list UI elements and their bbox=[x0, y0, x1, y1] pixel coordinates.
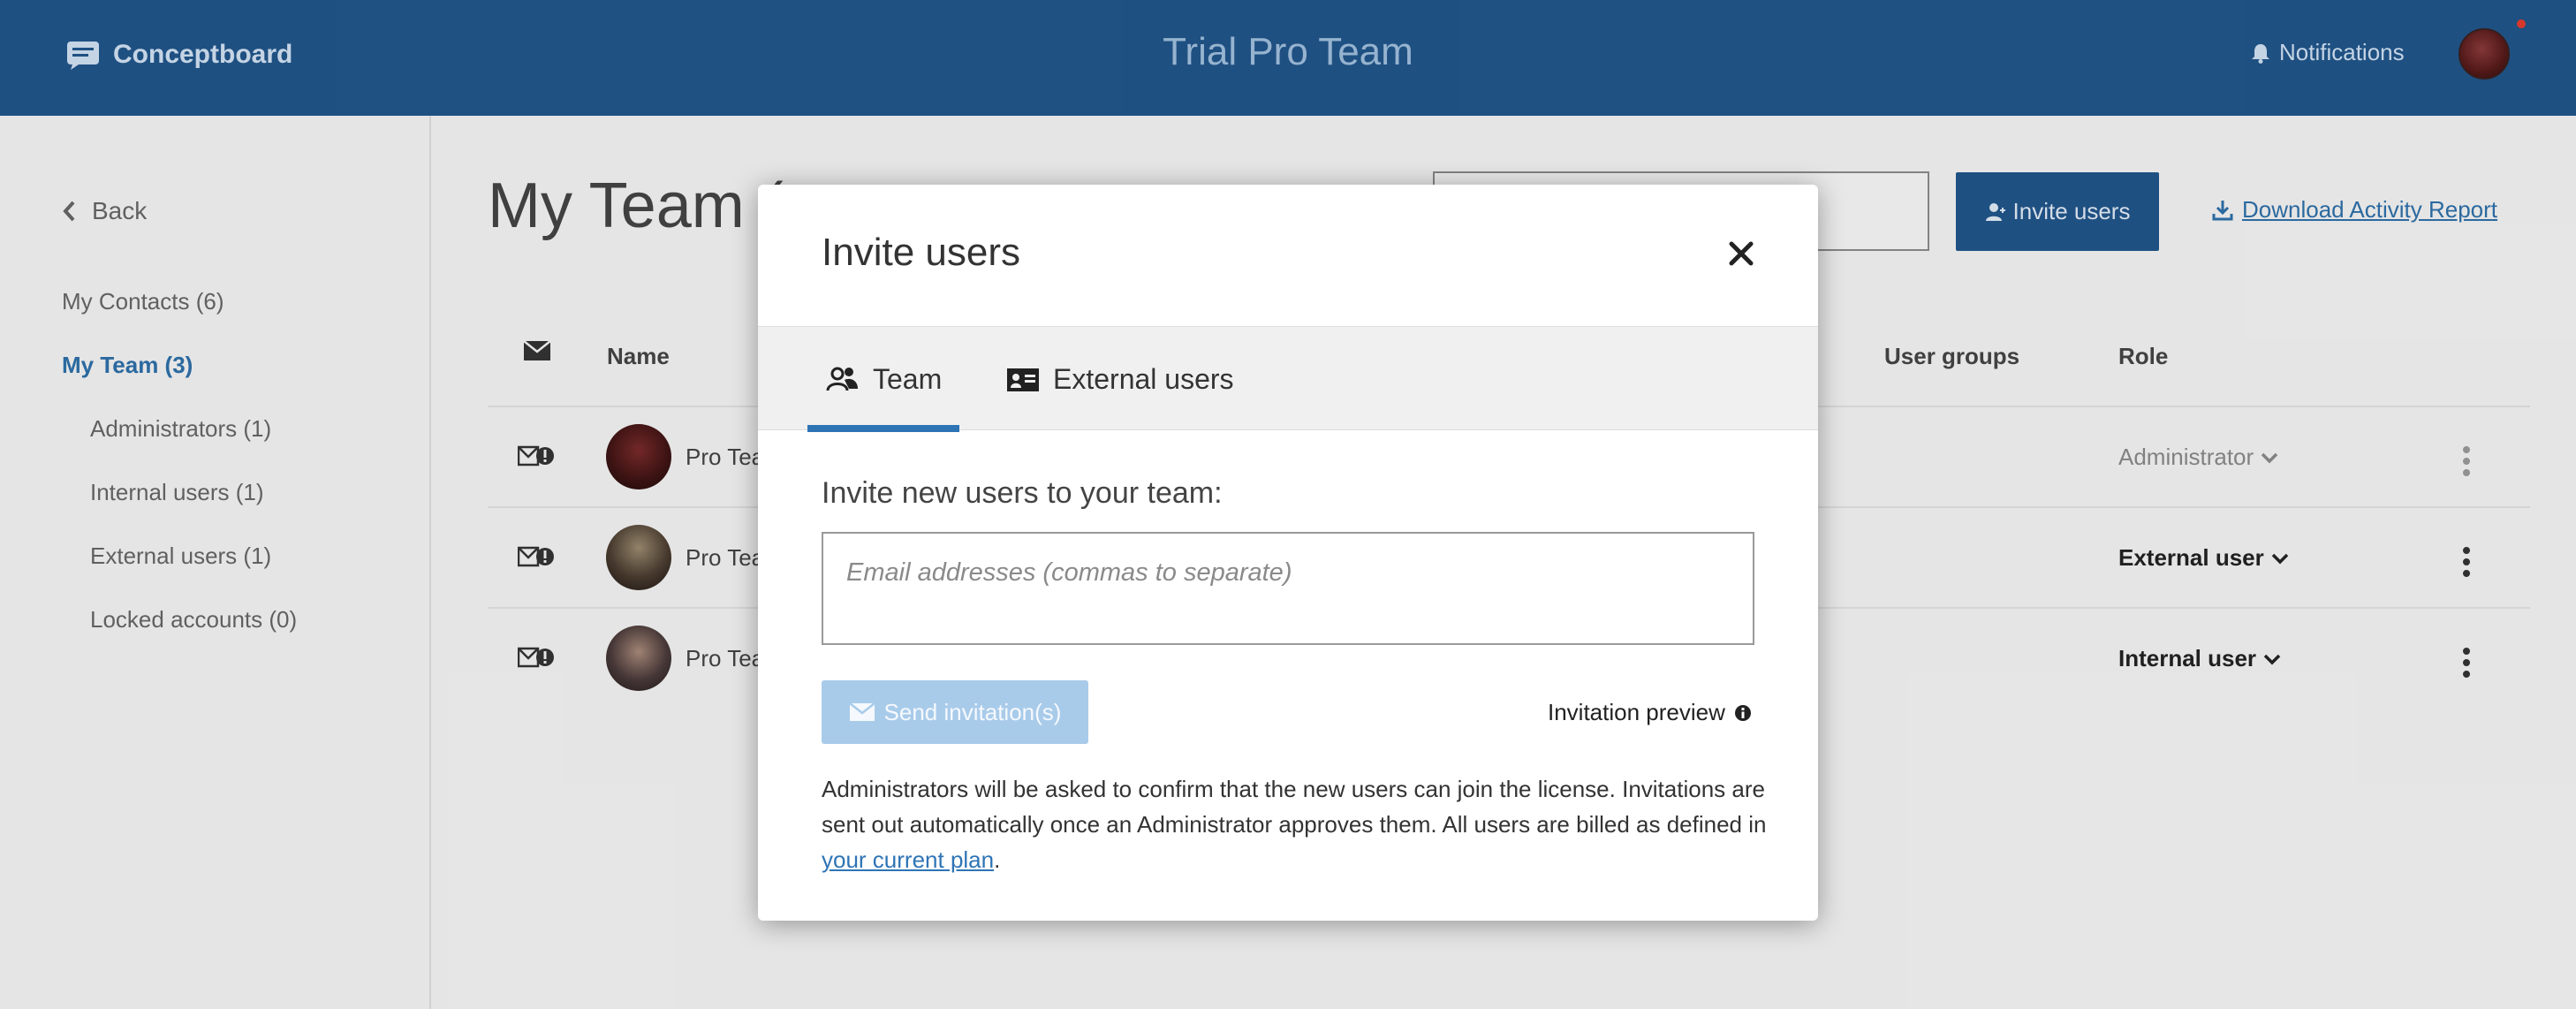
approval-note: Administrators will be asked to confirm … bbox=[822, 771, 1767, 877]
approval-note-end: . bbox=[994, 846, 1001, 873]
info-icon bbox=[1734, 704, 1751, 721]
current-plan-link[interactable]: your current plan bbox=[822, 846, 994, 873]
invitation-preview-link[interactable]: Invitation preview bbox=[1548, 699, 1752, 726]
dialog-tabs: Team External users bbox=[758, 326, 1818, 432]
invite-users-dialog: Invite users Team External users Invite … bbox=[758, 185, 1818, 921]
tab-team-label: Team bbox=[873, 362, 943, 395]
dialog-title: Invite users bbox=[822, 231, 1020, 274]
email-addresses-input[interactable] bbox=[822, 532, 1754, 645]
team-icon bbox=[826, 367, 858, 391]
invitation-preview-label: Invitation preview bbox=[1548, 699, 1725, 725]
envelope-icon bbox=[848, 702, 875, 721]
approval-note-text: Administrators will be asked to confirm … bbox=[822, 776, 1767, 838]
close-icon[interactable] bbox=[1727, 239, 1755, 268]
id-card-icon bbox=[1007, 368, 1039, 391]
tab-team[interactable]: Team bbox=[807, 327, 960, 432]
send-invitations-label: Send invitation(s) bbox=[883, 698, 1062, 725]
tab-external-users-label: External users bbox=[1053, 362, 1234, 395]
send-invitations-button[interactable]: Send invitation(s) bbox=[822, 680, 1088, 744]
invite-prompt-label: Invite new users to your team: bbox=[822, 476, 1223, 510]
tab-external-users[interactable]: External users bbox=[1005, 327, 1234, 431]
